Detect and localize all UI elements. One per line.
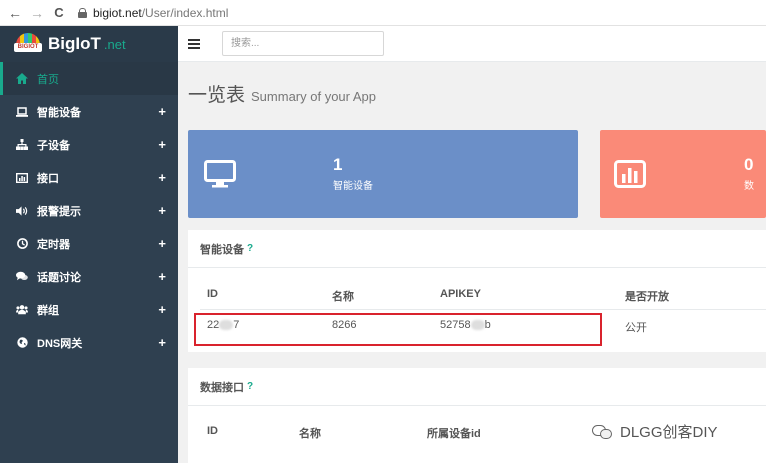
expand-plus-icon[interactable]: + [158, 170, 166, 185]
sidebar: BIGIOT BigIoT .net 首页 智能设备 + 子设备 + 接口 + … [0, 26, 178, 463]
sidebar-item-home[interactable]: 首页 [0, 62, 178, 95]
help-icon[interactable]: ? [247, 243, 253, 254]
address-bar[interactable]: bigiot.net/User/index.html [74, 6, 228, 20]
devices-panel-header: 智能设备 ? [188, 230, 766, 268]
topbar [178, 26, 766, 62]
wechat-watermark: DLGG创客DIY [592, 421, 718, 442]
sidebar-item-alerts[interactable]: 报警提示 + [0, 194, 178, 227]
highlight-annotation [194, 313, 602, 346]
interfaces-count-label: 数 [744, 181, 754, 192]
bigiot-logo-icon: BIGIOT [14, 33, 42, 55]
sitemap-icon [16, 139, 28, 151]
sidebar-item-devices[interactable]: 智能设备 + [0, 95, 178, 128]
sidebar-item-subdevices[interactable]: 子设备 + [0, 128, 178, 161]
col-name: 名称 [332, 291, 354, 303]
brand-name: BigIoT [48, 34, 101, 53]
sidebar-item-dns-gateway[interactable]: DNS网关 + [0, 326, 178, 359]
url-host: bigiot.net [93, 5, 142, 20]
page-title: 一览表 [188, 85, 246, 106]
volume-icon [16, 205, 28, 217]
sidebar-item-interface[interactable]: 接口 + [0, 161, 178, 194]
menu-toggle-icon[interactable] [188, 38, 200, 49]
comments-icon [16, 271, 28, 283]
page-heading: 一览表 Summary of your App [188, 80, 376, 107]
expand-plus-icon[interactable]: + [158, 236, 166, 251]
users-icon [16, 304, 28, 316]
devices-stat-card[interactable]: 1 智能设备 [188, 130, 578, 218]
expand-plus-icon[interactable]: + [158, 269, 166, 284]
expand-plus-icon[interactable]: + [158, 203, 166, 218]
data-api-panel: 数据接口 ? ID 名称 所属设备id [188, 368, 766, 463]
brand-logo[interactable]: BIGIOT BigIoT .net [0, 26, 178, 62]
divider [200, 309, 766, 310]
col-name: 名称 [299, 428, 321, 440]
col-device-id: 所属设备id [427, 428, 481, 440]
help-icon[interactable]: ? [247, 381, 253, 392]
col-apikey: APIKEY [440, 288, 481, 300]
device-public-status: 公开 [625, 322, 647, 334]
sidebar-item-groups[interactable]: 群组 + [0, 293, 178, 326]
reload-icon[interactable]: C [48, 5, 70, 20]
monitor-icon [204, 160, 236, 193]
brand-suffix: .net [103, 36, 126, 52]
url-path: /User/index.html [141, 5, 229, 20]
sidebar-item-topics[interactable]: 话题讨论 + [0, 260, 178, 293]
forward-arrow-icon[interactable]: → [26, 5, 48, 21]
data-api-panel-header: 数据接口 ? [188, 368, 766, 406]
expand-plus-icon[interactable]: + [158, 302, 166, 317]
chart-icon [16, 172, 28, 184]
interfaces-stat-card[interactable]: 0 数 [600, 130, 766, 218]
interfaces-count: 0 [744, 155, 754, 174]
data-api-panel-title: 数据接口 [200, 381, 244, 394]
col-id: ID [207, 425, 218, 437]
watermark-text: DLGG创客DIY [620, 424, 718, 441]
lock-icon [78, 7, 87, 18]
devices-panel-title: 智能设备 [200, 243, 244, 256]
devices-count-label: 智能设备 [333, 181, 373, 192]
expand-plus-icon[interactable]: + [158, 335, 166, 350]
sidebar-item-timer[interactable]: 定时器 + [0, 227, 178, 260]
globe-icon [16, 337, 28, 349]
clock-icon [16, 238, 28, 250]
expand-plus-icon[interactable]: + [158, 104, 166, 119]
col-id: ID [207, 288, 218, 300]
expand-plus-icon[interactable]: + [158, 137, 166, 152]
devices-count: 1 [333, 155, 343, 174]
page-subtitle: Summary of your App [251, 89, 377, 104]
home-icon [16, 73, 28, 85]
col-public: 是否开放 [625, 291, 669, 303]
bar-chart-icon [614, 160, 646, 193]
browser-toolbar: ← → C bigiot.net/User/index.html [0, 0, 766, 26]
search-input[interactable] [222, 31, 384, 56]
wechat-icon [592, 423, 614, 441]
back-arrow-icon[interactable]: ← [4, 5, 26, 21]
laptop-icon [16, 106, 28, 118]
sidebar-menu: 首页 智能设备 + 子设备 + 接口 + 报警提示 + 定时器 + 话题讨论 +… [0, 62, 178, 359]
